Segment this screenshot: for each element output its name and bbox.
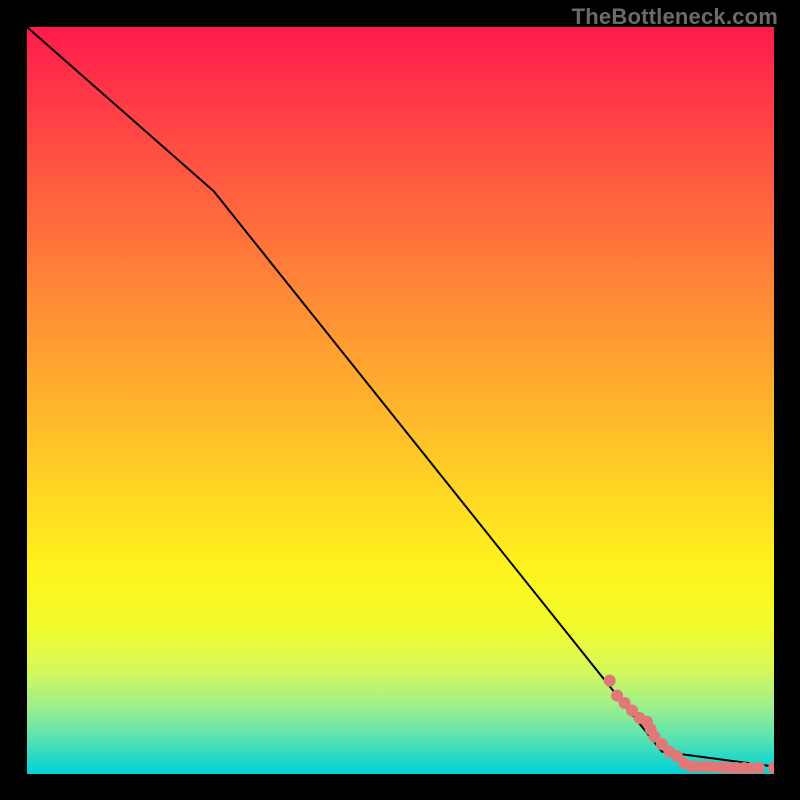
bottleneck-points-point xyxy=(716,761,728,773)
bottleneck-points-point xyxy=(641,716,653,728)
bottleneck-points-point xyxy=(708,761,720,773)
bottleneck-points-point xyxy=(686,761,698,773)
bottleneck-points-point xyxy=(663,746,675,758)
bottleneck-points-point xyxy=(701,761,713,773)
plot-svg xyxy=(27,27,774,774)
bottleneck-points-point xyxy=(768,762,774,774)
bottleneck-points-point xyxy=(723,762,735,774)
bottleneck-points-point xyxy=(611,690,623,702)
bottleneck-points-point xyxy=(738,762,750,774)
bottleneck-points-point xyxy=(649,731,661,743)
bottleneck-points-point xyxy=(604,675,616,687)
decline-curve xyxy=(27,27,774,767)
bottleneck-points-point xyxy=(678,758,690,770)
bottleneck-points-point xyxy=(746,762,758,774)
bottleneck-points-point xyxy=(753,762,765,774)
bottleneck-points-layer xyxy=(604,675,774,774)
bottleneck-points-point xyxy=(645,723,657,735)
bottleneck-points-point xyxy=(634,712,646,724)
bottleneck-points-point xyxy=(671,750,683,762)
bottleneck-points-point xyxy=(619,697,631,709)
bottleneck-points-point xyxy=(656,738,668,750)
bottleneck-points-point xyxy=(731,762,743,774)
plot-area xyxy=(27,27,774,774)
decline-curve-layer xyxy=(27,27,774,767)
bottleneck-points-point xyxy=(693,761,705,773)
bottleneck-points-point xyxy=(626,705,638,717)
chart-stage: TheBottleneck.com xyxy=(0,0,800,800)
